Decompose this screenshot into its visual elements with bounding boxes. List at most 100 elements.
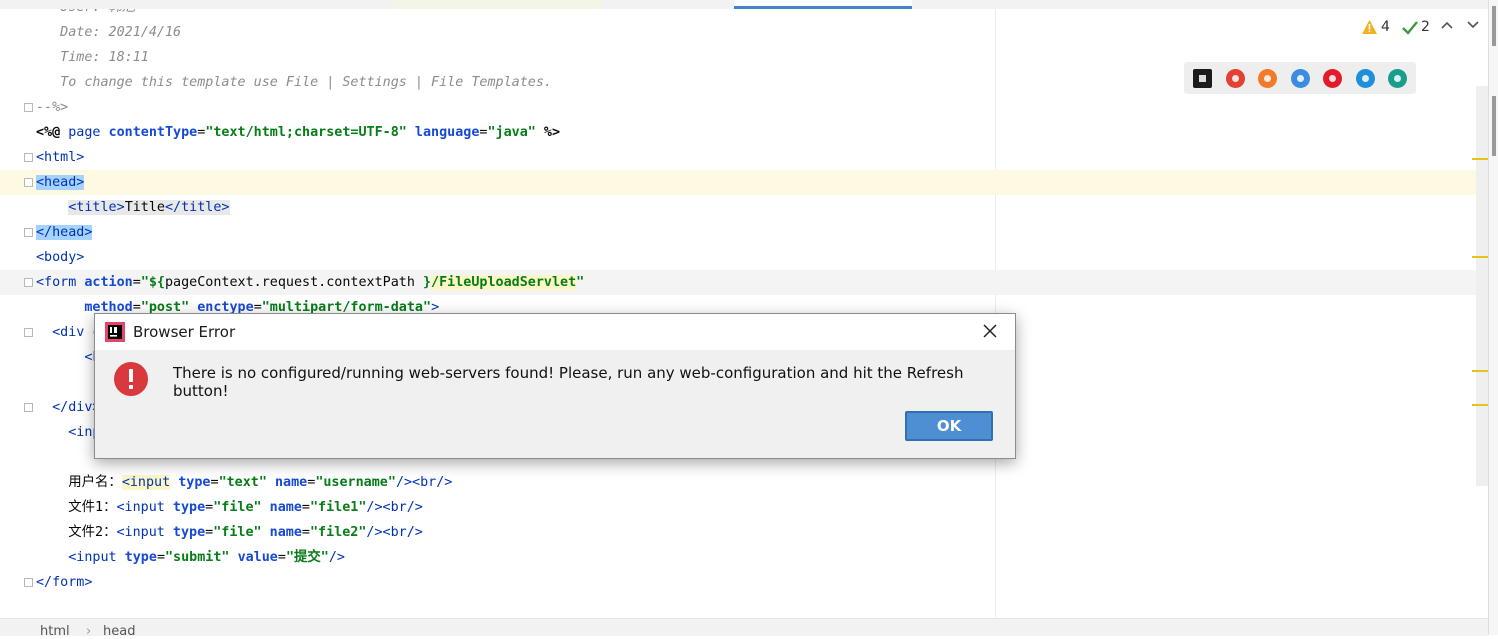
code-token: value: [237, 550, 278, 565]
code-token: 文件1：: [36, 500, 117, 515]
code-token: <%@: [36, 125, 69, 140]
code-token: "username": [315, 475, 396, 490]
fold-marker[interactable]: [24, 578, 33, 587]
code-line[interactable]: 文件1：<input type="file" name="file1"/><br…: [0, 495, 1488, 520]
code-line-text: <title>Title</title>: [36, 195, 230, 220]
intellij-icon[interactable]: [1193, 69, 1212, 88]
code-token: To change this template use File | Setti…: [36, 75, 552, 90]
error-icon: [114, 362, 148, 396]
editor-tab[interactable]: [1132, 0, 1342, 9]
dialog-close-button[interactable]: [977, 320, 1003, 342]
code-token: "file1": [309, 500, 367, 515]
opera-icon[interactable]: [1323, 69, 1342, 88]
ie-icon[interactable]: [1355, 69, 1375, 88]
code-token: action: [84, 275, 133, 290]
code-token: ": [576, 275, 585, 290]
firefox-icon[interactable]: [1258, 69, 1277, 88]
fold-marker[interactable]: [24, 403, 33, 412]
browser-icon-detail: [1394, 75, 1401, 82]
code-line[interactable]: Date: 2021/4/16: [0, 20, 1488, 45]
breadcrumb-head[interactable]: head: [103, 624, 135, 639]
code-line[interactable]: 用户名：<input type="text" name="username"/>…: [0, 470, 1488, 495]
code-line-text: To change this template use File | Setti…: [36, 70, 552, 95]
code-line[interactable]: <head>: [0, 170, 1488, 195]
editor-tab[interactable]: [392, 0, 602, 9]
browser-icon-detail: [1264, 75, 1271, 82]
ok-button[interactable]: OK: [905, 411, 993, 441]
vertical-scrollbar[interactable]: [1476, 86, 1488, 486]
code-token: "submit": [165, 550, 238, 565]
code-token: <title>: [68, 200, 125, 215]
code-token: =: [156, 550, 165, 565]
open-in-browser-toolbar: [1184, 62, 1416, 94]
code-line-text: <body>: [36, 245, 84, 270]
code-line[interactable]: <%@ page contentType="text/html;charset=…: [0, 120, 1488, 145]
warning-stripe[interactable]: [1472, 404, 1488, 406]
right-tool-strip: [1488, 0, 1498, 635]
warning-count: 4: [1381, 19, 1390, 35]
code-token: "file": [213, 500, 270, 515]
code-token: "java": [487, 125, 544, 140]
code-line[interactable]: User: 韩旭: [0, 9, 1488, 20]
code-token: /><br/>: [366, 525, 423, 540]
code-line[interactable]: </head>: [0, 220, 1488, 245]
code-line-text: 文件2：<input type="file" name="file2"/><br…: [36, 520, 423, 545]
code-line[interactable]: <form action="${pageContext.request.cont…: [0, 270, 1488, 295]
code-token: =: [301, 500, 310, 515]
tool-window-button[interactable]: [1492, 6, 1496, 46]
code-token: /><br/>: [395, 475, 453, 490]
breadcrumb-html[interactable]: html: [40, 624, 70, 639]
editor-tab[interactable]: [608, 0, 728, 9]
code-token: =: [132, 275, 141, 290]
code-token: 文件2：: [36, 525, 117, 540]
code-line-text: Date: 2021/4/16: [36, 20, 181, 45]
code-line[interactable]: </form>: [0, 570, 1488, 595]
code-token: }: [422, 275, 432, 290]
code-line[interactable]: <html>: [0, 145, 1488, 170]
fold-marker[interactable]: [24, 178, 33, 187]
tool-window-button[interactable]: [1492, 96, 1496, 156]
code-token: />: [328, 550, 345, 565]
browser-icon-detail: [1361, 75, 1369, 82]
code-line[interactable]: <input type="submit" value="提交"/>: [0, 545, 1488, 570]
code-token: "text/html;charset=UTF-8": [205, 125, 415, 140]
code-token: Time: 18:11: [36, 50, 149, 65]
code-token: Date: 2021/4/16: [36, 25, 182, 40]
warning-stripe[interactable]: [1472, 158, 1488, 160]
browser-error-dialog: Browser Error There is no configured/run…: [94, 313, 1016, 459]
fold-marker[interactable]: [24, 278, 33, 287]
code-token: User: 韩旭: [36, 9, 135, 15]
edge-icon[interactable]: [1388, 69, 1407, 88]
code-token: /><br/>: [366, 500, 423, 515]
warning-icon: [1362, 20, 1377, 34]
chrome-icon[interactable]: [1225, 69, 1245, 88]
code-token: <head>: [36, 175, 85, 190]
code-token: type: [172, 525, 206, 540]
code-line-text: </div>: [36, 395, 100, 420]
code-line[interactable]: <body>: [0, 245, 1488, 270]
warning-stripe[interactable]: [1472, 256, 1488, 258]
dialog-titlebar[interactable]: Browser Error: [95, 314, 1015, 350]
chevron-up-icon: [1441, 21, 1453, 29]
browser-icon-detail: [1231, 75, 1239, 82]
fold-marker[interactable]: [24, 103, 33, 112]
fold-marker[interactable]: [24, 228, 33, 237]
fold-marker[interactable]: [24, 328, 33, 337]
code-line[interactable]: 文件2：<input type="file" name="file2"/><br…: [0, 520, 1488, 545]
code-token: <input: [68, 550, 125, 565]
code-token: Title: [124, 200, 165, 215]
safari-icon[interactable]: [1290, 69, 1310, 88]
warning-stripe[interactable]: [1472, 370, 1488, 372]
code-line[interactable]: <title>Title</title>: [0, 195, 1488, 220]
previous-highlight-button[interactable]: [1441, 19, 1453, 34]
code-token: =: [277, 550, 286, 565]
check-icon: [1402, 21, 1418, 35]
editor-tab[interactable]: [918, 0, 1128, 9]
code-token: "file": [213, 525, 270, 540]
code-line[interactable]: --%>: [0, 95, 1488, 120]
editor-tab-active[interactable]: [734, 0, 912, 9]
next-highlight-button[interactable]: [1467, 19, 1479, 34]
fold-marker[interactable]: [24, 153, 33, 162]
